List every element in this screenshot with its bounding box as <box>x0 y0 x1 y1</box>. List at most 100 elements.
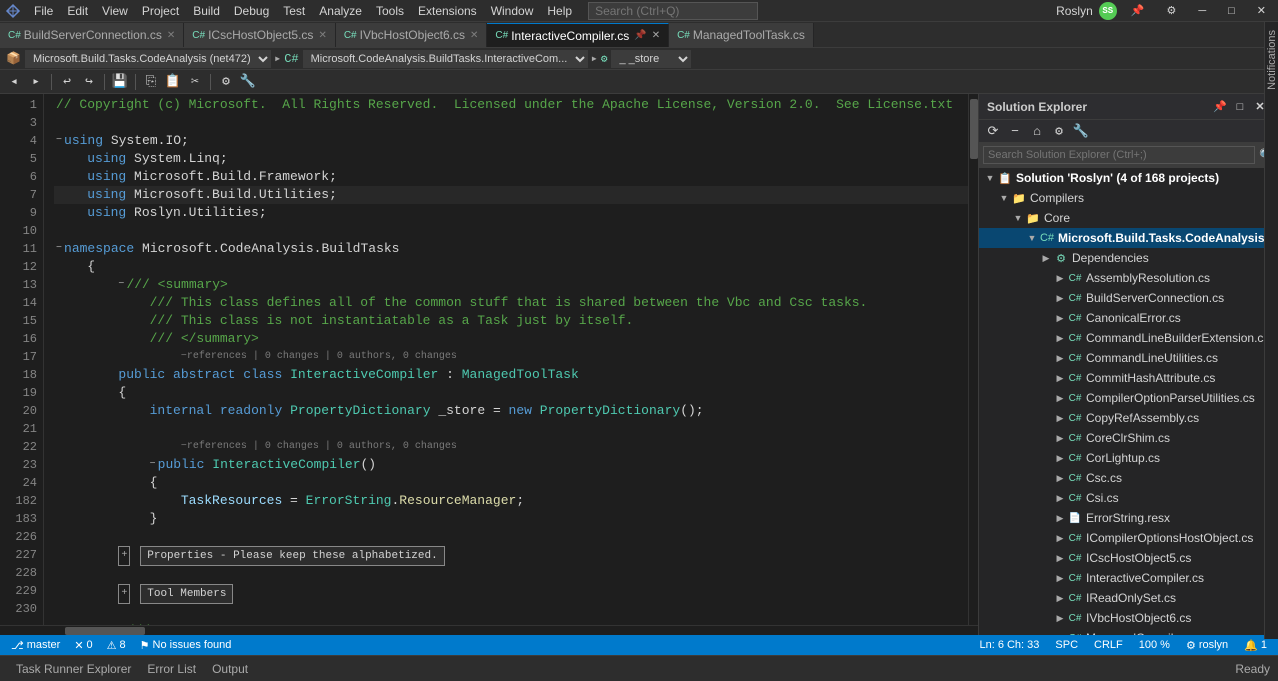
editor-scroll-thumb[interactable] <box>970 99 978 159</box>
se-maximize[interactable]: □ <box>1230 98 1250 116</box>
menu-tools[interactable]: Tools <box>370 2 410 20</box>
se-icon-ivbc: C# <box>1067 610 1083 626</box>
notifications-panel[interactable]: Notifications <box>1264 22 1278 639</box>
se-core[interactable]: ▼ 📁 Core <box>979 208 1278 228</box>
se-file-interactive[interactable]: ▶ C# InteractiveCompiler.cs <box>979 568 1278 588</box>
se-arrow-csc: ▶ <box>1053 473 1067 484</box>
menu-analyze[interactable]: Analyze <box>313 2 368 20</box>
user-avatar[interactable]: SS <box>1099 2 1117 20</box>
tab-icsc[interactable]: C# ICscHostObject5.cs ✕ <box>184 23 336 47</box>
se-icon-commit: C# <box>1067 370 1083 386</box>
se-file-icsc[interactable]: ▶ C# ICscHostObject5.cs <box>979 548 1278 568</box>
se-pin[interactable]: 📌 <box>1210 98 1230 116</box>
se-solution[interactable]: ▼ 📋 Solution 'Roslyn' (4 of 168 projects… <box>979 168 1278 188</box>
menu-test[interactable]: Test <box>277 2 311 20</box>
window-settings[interactable]: ⚙ <box>1158 2 1184 19</box>
se-file-coreclr[interactable]: ▶ C# CoreClrShim.cs <box>979 428 1278 448</box>
tab-close-icsc[interactable]: ✕ <box>318 30 326 41</box>
tab-errorlist[interactable]: Error List <box>139 659 204 679</box>
status-eol[interactable]: CRLF <box>1091 639 1126 651</box>
se-file-errorstr[interactable]: ▶ 📄 ErrorString.resx <box>979 508 1278 528</box>
window-minimize[interactable]: ─ <box>1190 3 1214 19</box>
toolbar-cut[interactable]: ✂ <box>185 73 205 91</box>
tab-ivbc[interactable]: C# IVbcHostObject6.cs ✕ <box>336 23 488 47</box>
tab-close-buildsrv[interactable]: ✕ <box>167 30 175 41</box>
menu-edit[interactable]: Edit <box>61 2 94 20</box>
status-zoom[interactable]: 100 % <box>1136 639 1173 651</box>
se-file-build[interactable]: ▶ C# BuildServerConnection.cs <box>979 288 1278 308</box>
toolbar-settings[interactable]: ⚙ <box>216 73 236 91</box>
status-roslyn[interactable]: ⚙ roslyn <box>1183 639 1231 652</box>
se-file-managedcomp[interactable]: ▶ C# ManagedCompiler.cs <box>979 628 1278 635</box>
menu-build[interactable]: Build <box>187 2 226 20</box>
tab-buildsrv[interactable]: C# BuildServerConnection.cs ✕ <box>0 23 184 47</box>
status-notification[interactable]: 🔔 1 <box>1241 639 1270 652</box>
status-position[interactable]: Ln: 6 Ch: 33 <box>977 639 1043 651</box>
toolbar-undo[interactable]: ↩ <box>57 73 77 91</box>
se-file-assembly[interactable]: ▶ C# AssemblyResolution.cs <box>979 268 1278 288</box>
toolbar-paste[interactable]: 📋 <box>163 73 183 91</box>
toolbar-copy[interactable]: ⎘ <box>141 73 161 91</box>
se-btn-home[interactable]: ⌂ <box>1027 122 1047 140</box>
toolbar-build[interactable]: 🔧 <box>238 73 258 91</box>
se-file-csi[interactable]: ▶ C# Csi.cs <box>979 488 1278 508</box>
status-git-branch[interactable]: ⎇ master <box>8 639 63 652</box>
menu-extensions[interactable]: Extensions <box>412 2 483 20</box>
class-selector[interactable]: Microsoft.CodeAnalysis.BuildTasks.Intera… <box>303 50 588 68</box>
store-selector[interactable]: _ _store <box>611 50 691 68</box>
se-file-commit[interactable]: ▶ C# CommitHashAttribute.cs <box>979 368 1278 388</box>
tab-taskrunner[interactable]: Task Runner Explorer <box>8 659 139 679</box>
se-btn-gear[interactable]: 🔧 <box>1071 122 1091 140</box>
menu-view[interactable]: View <box>96 2 134 20</box>
se-dependencies[interactable]: ▶ ⚙ Dependencies <box>979 248 1278 268</box>
se-btn-collapse[interactable]: − <box>1005 122 1025 140</box>
editor-scrollbar[interactable] <box>968 94 978 625</box>
se-file-cmdbuilder[interactable]: ▶ C# CommandLineBuilderExtension.cs <box>979 328 1278 348</box>
tab-output[interactable]: Output <box>204 659 256 679</box>
window-maximize[interactable]: □ <box>1220 3 1243 19</box>
tab-managed[interactable]: C# ManagedToolTask.cs <box>669 23 814 47</box>
se-file-cmdutils[interactable]: ▶ C# CommandLineUtilities.cs <box>979 348 1278 368</box>
status-issues[interactable]: ⚑ No issues found <box>137 639 235 652</box>
se-file-corlightup[interactable]: ▶ C# CorLightup.cs <box>979 448 1278 468</box>
toolmembers-box[interactable]: Tool Members <box>140 584 233 604</box>
se-icon-icsc: C# <box>1067 550 1083 566</box>
toolbar-fwd[interactable]: ▸ <box>26 73 46 91</box>
se-file-canonical[interactable]: ▶ C# CanonicalError.cs <box>979 308 1278 328</box>
code-area[interactable]: // Copyright (c) Microsoft. All Rights R… <box>44 94 968 625</box>
toolbar-redo[interactable]: ↪ <box>79 73 99 91</box>
global-search[interactable] <box>588 2 758 20</box>
menu-project[interactable]: Project <box>136 2 185 20</box>
menu-file[interactable]: File <box>28 2 59 20</box>
menu-debug[interactable]: Debug <box>228 2 275 20</box>
tab-close-interactive[interactable]: ✕ <box>652 30 660 41</box>
se-btn-sync[interactable]: ⟳ <box>983 122 1003 140</box>
tab-interactive[interactable]: C# InteractiveCompiler.cs 📌 ✕ <box>487 23 669 47</box>
se-file-icompopt[interactable]: ▶ C# ICompilerOptionsHostObject.cs <box>979 528 1278 548</box>
se-compilers[interactable]: ▼ 📁 Compilers <box>979 188 1278 208</box>
window-close[interactable]: ✕ <box>1249 2 1274 19</box>
status-errors[interactable]: ✕ 0 <box>71 639 95 652</box>
editor-hscroll-thumb[interactable] <box>65 627 145 635</box>
status-warnings[interactable]: ⚠ 8 <box>104 639 129 652</box>
se-search-input[interactable] <box>983 146 1255 164</box>
se-file-compileropt[interactable]: ▶ C# CompilerOptionParseUtilities.cs <box>979 388 1278 408</box>
se-file-copyref[interactable]: ▶ C# CopyRefAssembly.cs <box>979 408 1278 428</box>
se-project[interactable]: ▼ C# Microsoft.Build.Tasks.CodeAnalysis <box>979 228 1278 248</box>
status-encoding[interactable]: SPC <box>1052 639 1081 651</box>
toolbar-back[interactable]: ◂ <box>4 73 24 91</box>
tab-pin-interactive[interactable]: 📌 <box>634 30 646 41</box>
se-file-ireadonly[interactable]: ▶ C# IReadOnlySet.cs <box>979 588 1278 608</box>
namespace-selector[interactable]: Microsoft.Build.Tasks.CodeAnalysis (net4… <box>25 50 271 68</box>
properties-box[interactable]: Properties - Please keep these alphabeti… <box>140 546 444 566</box>
toolbar-save[interactable]: 💾 <box>110 73 130 91</box>
window-pinned[interactable]: 📌 <box>1123 2 1153 19</box>
se-file-ivbc[interactable]: ▶ C# IVbcHostObject6.cs <box>979 608 1278 628</box>
tab-close-ivbc[interactable]: ✕ <box>470 30 478 41</box>
menu-window[interactable]: Window <box>485 2 540 20</box>
editor-hscroll[interactable] <box>0 625 978 635</box>
se-solution-icon: 📋 <box>997 170 1013 186</box>
menu-help[interactable]: Help <box>541 2 578 20</box>
se-file-csc[interactable]: ▶ C# Csc.cs <box>979 468 1278 488</box>
se-btn-settings[interactable]: ⚙ <box>1049 122 1069 140</box>
